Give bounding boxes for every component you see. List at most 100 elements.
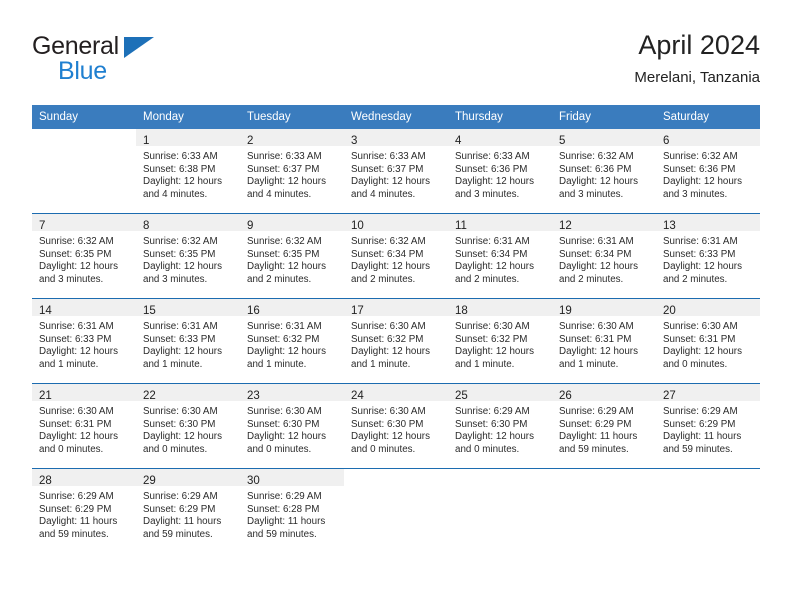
day-cell[interactable]: 7 Sunrise: 6:32 AM Sunset: 6:35 PM Daylight… (32, 213, 136, 299)
day-cell-empty (344, 468, 448, 553)
sunrise-text: Sunrise: 6:29 AM (663, 406, 738, 417)
day-cell-content: 14 Sunrise: 6:31 AM Sunset: 6:33 PM Dayligh… (32, 299, 136, 383)
day-cell[interactable]: 15 Sunrise: 6:31 AM Sunset: 6:33 PM Dayligh… (136, 298, 240, 384)
sunset-text: Sunset: 6:32 PM (455, 333, 528, 345)
day-cell[interactable]: 4 Sunrise: 6:33 AM Sunset: 6:36 PM Daylight… (448, 129, 552, 214)
day-number-band: 11 (448, 214, 552, 232)
day-cell[interactable]: 16 Sunrise: 6:31 AM Sunset: 6:32 PM Dayligh… (240, 298, 344, 384)
day-number-band: 24 (344, 384, 448, 402)
daylight-text: Daylight: 12 hours and 2 minutes. (559, 261, 638, 285)
day-cell[interactable]: 1 Sunrise: 6:33 AM Sunset: 6:38 PM Daylight… (136, 129, 240, 214)
sun-info: Sunrise: 6:31 AM Sunset: 6:33 PM Daylight:… (32, 316, 136, 371)
day-number: 25 (455, 390, 468, 402)
day-number: 24 (351, 390, 364, 402)
sunrise-text: Sunrise: 6:30 AM (143, 406, 218, 417)
day-cell[interactable]: 30 Sunrise: 6:29 AM Sunset: 6:28 PM Dayligh… (240, 468, 344, 553)
day-cell-content: 21 Sunrise: 6:30 AM Sunset: 6:31 PM Dayligh… (32, 384, 136, 468)
day-cell-content: 30 Sunrise: 6:29 AM Sunset: 6:28 PM Dayligh… (240, 469, 344, 553)
day-number: 26 (559, 390, 572, 402)
sunset-text: Sunset: 6:32 PM (351, 333, 424, 345)
sunset-text: Sunset: 6:29 PM (559, 418, 632, 430)
sunset-text: Sunset: 6:37 PM (247, 163, 320, 175)
day-cell[interactable]: 12 Sunrise: 6:31 AM Sunset: 6:34 PM Dayligh… (552, 213, 656, 299)
day-cell-content: 8 Sunrise: 6:32 AM Sunset: 6:35 PM Daylight… (136, 214, 240, 298)
sun-info: Sunrise: 6:32 AM Sunset: 6:34 PM Daylight:… (344, 231, 448, 286)
day-cell[interactable]: 26 Sunrise: 6:29 AM Sunset: 6:29 PM Dayligh… (552, 383, 656, 469)
sunset-text: Sunset: 6:35 PM (39, 248, 112, 260)
day-cell-content: 11 Sunrise: 6:31 AM Sunset: 6:34 PM Dayligh… (448, 214, 552, 298)
day-cell-content: 16 Sunrise: 6:31 AM Sunset: 6:32 PM Dayligh… (240, 299, 344, 383)
day-number-band: 9 (240, 214, 344, 232)
day-number: 29 (143, 475, 156, 487)
calendar-week-row: 14 Sunrise: 6:31 AM Sunset: 6:33 PM Dayligh… (32, 298, 760, 384)
sunset-text: Sunset: 6:30 PM (143, 418, 216, 430)
day-cell[interactable]: 24 Sunrise: 6:30 AM Sunset: 6:30 PM Dayligh… (344, 383, 448, 469)
day-cell[interactable]: 28 Sunrise: 6:29 AM Sunset: 6:29 PM Dayligh… (32, 468, 136, 553)
day-cell-content: 7 Sunrise: 6:32 AM Sunset: 6:35 PM Daylight… (32, 214, 136, 298)
day-number-band: 13 (656, 214, 760, 232)
sun-info: Sunrise: 6:31 AM Sunset: 6:32 PM Daylight:… (240, 316, 344, 371)
day-cell[interactable]: 2 Sunrise: 6:33 AM Sunset: 6:37 PM Daylight… (240, 129, 344, 214)
day-cell[interactable]: 20 Sunrise: 6:30 AM Sunset: 6:31 PM Dayligh… (656, 298, 760, 384)
day-cell[interactable]: 5 Sunrise: 6:32 AM Sunset: 6:36 PM Daylight… (552, 129, 656, 214)
sunset-text: Sunset: 6:34 PM (455, 248, 528, 260)
sunset-text: Sunset: 6:30 PM (455, 418, 528, 430)
day-cell[interactable]: 22 Sunrise: 6:30 AM Sunset: 6:30 PM Dayligh… (136, 383, 240, 469)
day-cell[interactable]: 17 Sunrise: 6:30 AM Sunset: 6:32 PM Dayligh… (344, 298, 448, 384)
sunrise-text: Sunrise: 6:31 AM (663, 236, 738, 247)
day-cell[interactable]: 13 Sunrise: 6:31 AM Sunset: 6:33 PM Dayligh… (656, 213, 760, 299)
day-cell-content: 22 Sunrise: 6:30 AM Sunset: 6:30 PM Dayligh… (136, 384, 240, 468)
daylight-text: Daylight: 12 hours and 3 minutes. (39, 261, 118, 285)
daylight-text: Daylight: 12 hours and 4 minutes. (143, 176, 222, 200)
day-cell[interactable]: 3 Sunrise: 6:33 AM Sunset: 6:37 PM Daylight… (344, 129, 448, 214)
day-number-band: 18 (448, 299, 552, 317)
day-number-band: 27 (656, 384, 760, 402)
day-number-band: 19 (552, 299, 656, 317)
day-cell[interactable]: 14 Sunrise: 6:31 AM Sunset: 6:33 PM Dayligh… (32, 298, 136, 384)
day-cell[interactable]: 18 Sunrise: 6:30 AM Sunset: 6:32 PM Dayligh… (448, 298, 552, 384)
daylight-text: Daylight: 12 hours and 1 minute. (455, 346, 534, 370)
calendar-header-row: Sunday Monday Tuesday Wednesday Thursday Frid… (32, 105, 760, 129)
sunrise-text: Sunrise: 6:30 AM (559, 321, 634, 332)
day-cell[interactable]: 29 Sunrise: 6:29 AM Sunset: 6:29 PM Dayligh… (136, 468, 240, 553)
day-cell[interactable]: 25 Sunrise: 6:29 AM Sunset: 6:30 PM Dayligh… (448, 383, 552, 469)
sunrise-text: Sunrise: 6:33 AM (247, 151, 322, 162)
sunrise-text: Sunrise: 6:29 AM (559, 406, 634, 417)
sunrise-text: Sunrise: 6:32 AM (559, 151, 634, 162)
sun-info: Sunrise: 6:32 AM Sunset: 6:36 PM Daylight:… (656, 146, 760, 201)
sunset-text: Sunset: 6:34 PM (559, 248, 632, 260)
day-cell[interactable]: 27 Sunrise: 6:29 AM Sunset: 6:29 PM Dayligh… (656, 383, 760, 469)
daylight-text: Daylight: 12 hours and 0 minutes. (663, 346, 742, 370)
day-number: 8 (143, 220, 150, 232)
day-cell[interactable]: 19 Sunrise: 6:30 AM Sunset: 6:31 PM Dayligh… (552, 298, 656, 384)
sun-info: Sunrise: 6:31 AM Sunset: 6:34 PM Daylight:… (552, 231, 656, 286)
sunset-text: Sunset: 6:33 PM (39, 333, 112, 345)
day-cell[interactable]: 6 Sunrise: 6:32 AM Sunset: 6:36 PM Daylight… (656, 129, 760, 214)
day-number: 1 (143, 135, 150, 147)
sunrise-text: Sunrise: 6:32 AM (351, 236, 426, 247)
day-number-band: 10 (344, 214, 448, 232)
sunrise-text: Sunrise: 6:29 AM (39, 491, 114, 502)
sunrise-text: Sunrise: 6:30 AM (663, 321, 738, 332)
logo-triangle-icon (124, 37, 154, 58)
sunrise-text: Sunrise: 6:30 AM (351, 406, 426, 417)
day-cell[interactable]: 9 Sunrise: 6:32 AM Sunset: 6:35 PM Daylight… (240, 213, 344, 299)
day-number: 2 (247, 135, 254, 147)
sunset-text: Sunset: 6:28 PM (247, 503, 320, 515)
day-cell[interactable]: 11 Sunrise: 6:31 AM Sunset: 6:34 PM Dayligh… (448, 213, 552, 299)
logo-text-blue: Blue (58, 57, 107, 85)
day-cell[interactable]: 23 Sunrise: 6:30 AM Sunset: 6:30 PM Dayligh… (240, 383, 344, 469)
day-cell[interactable]: 21 Sunrise: 6:30 AM Sunset: 6:31 PM Dayligh… (32, 383, 136, 469)
sun-info: Sunrise: 6:31 AM Sunset: 6:33 PM Daylight:… (136, 316, 240, 371)
day-cell[interactable]: 10 Sunrise: 6:32 AM Sunset: 6:34 PM Dayligh… (344, 213, 448, 299)
day-cell-content: 17 Sunrise: 6:30 AM Sunset: 6:32 PM Dayligh… (344, 299, 448, 383)
daylight-text: Daylight: 12 hours and 2 minutes. (247, 261, 326, 285)
sunset-text: Sunset: 6:32 PM (247, 333, 320, 345)
day-cell[interactable]: 8 Sunrise: 6:32 AM Sunset: 6:35 PM Daylight… (136, 213, 240, 299)
sunrise-text: Sunrise: 6:31 AM (247, 321, 322, 332)
day-number: 11 (455, 220, 467, 232)
day-number: 20 (663, 305, 676, 317)
sunset-text: Sunset: 6:31 PM (39, 418, 112, 430)
weekday-header-saturday: Saturday (656, 105, 760, 129)
daylight-text: Daylight: 12 hours and 4 minutes. (247, 176, 326, 200)
